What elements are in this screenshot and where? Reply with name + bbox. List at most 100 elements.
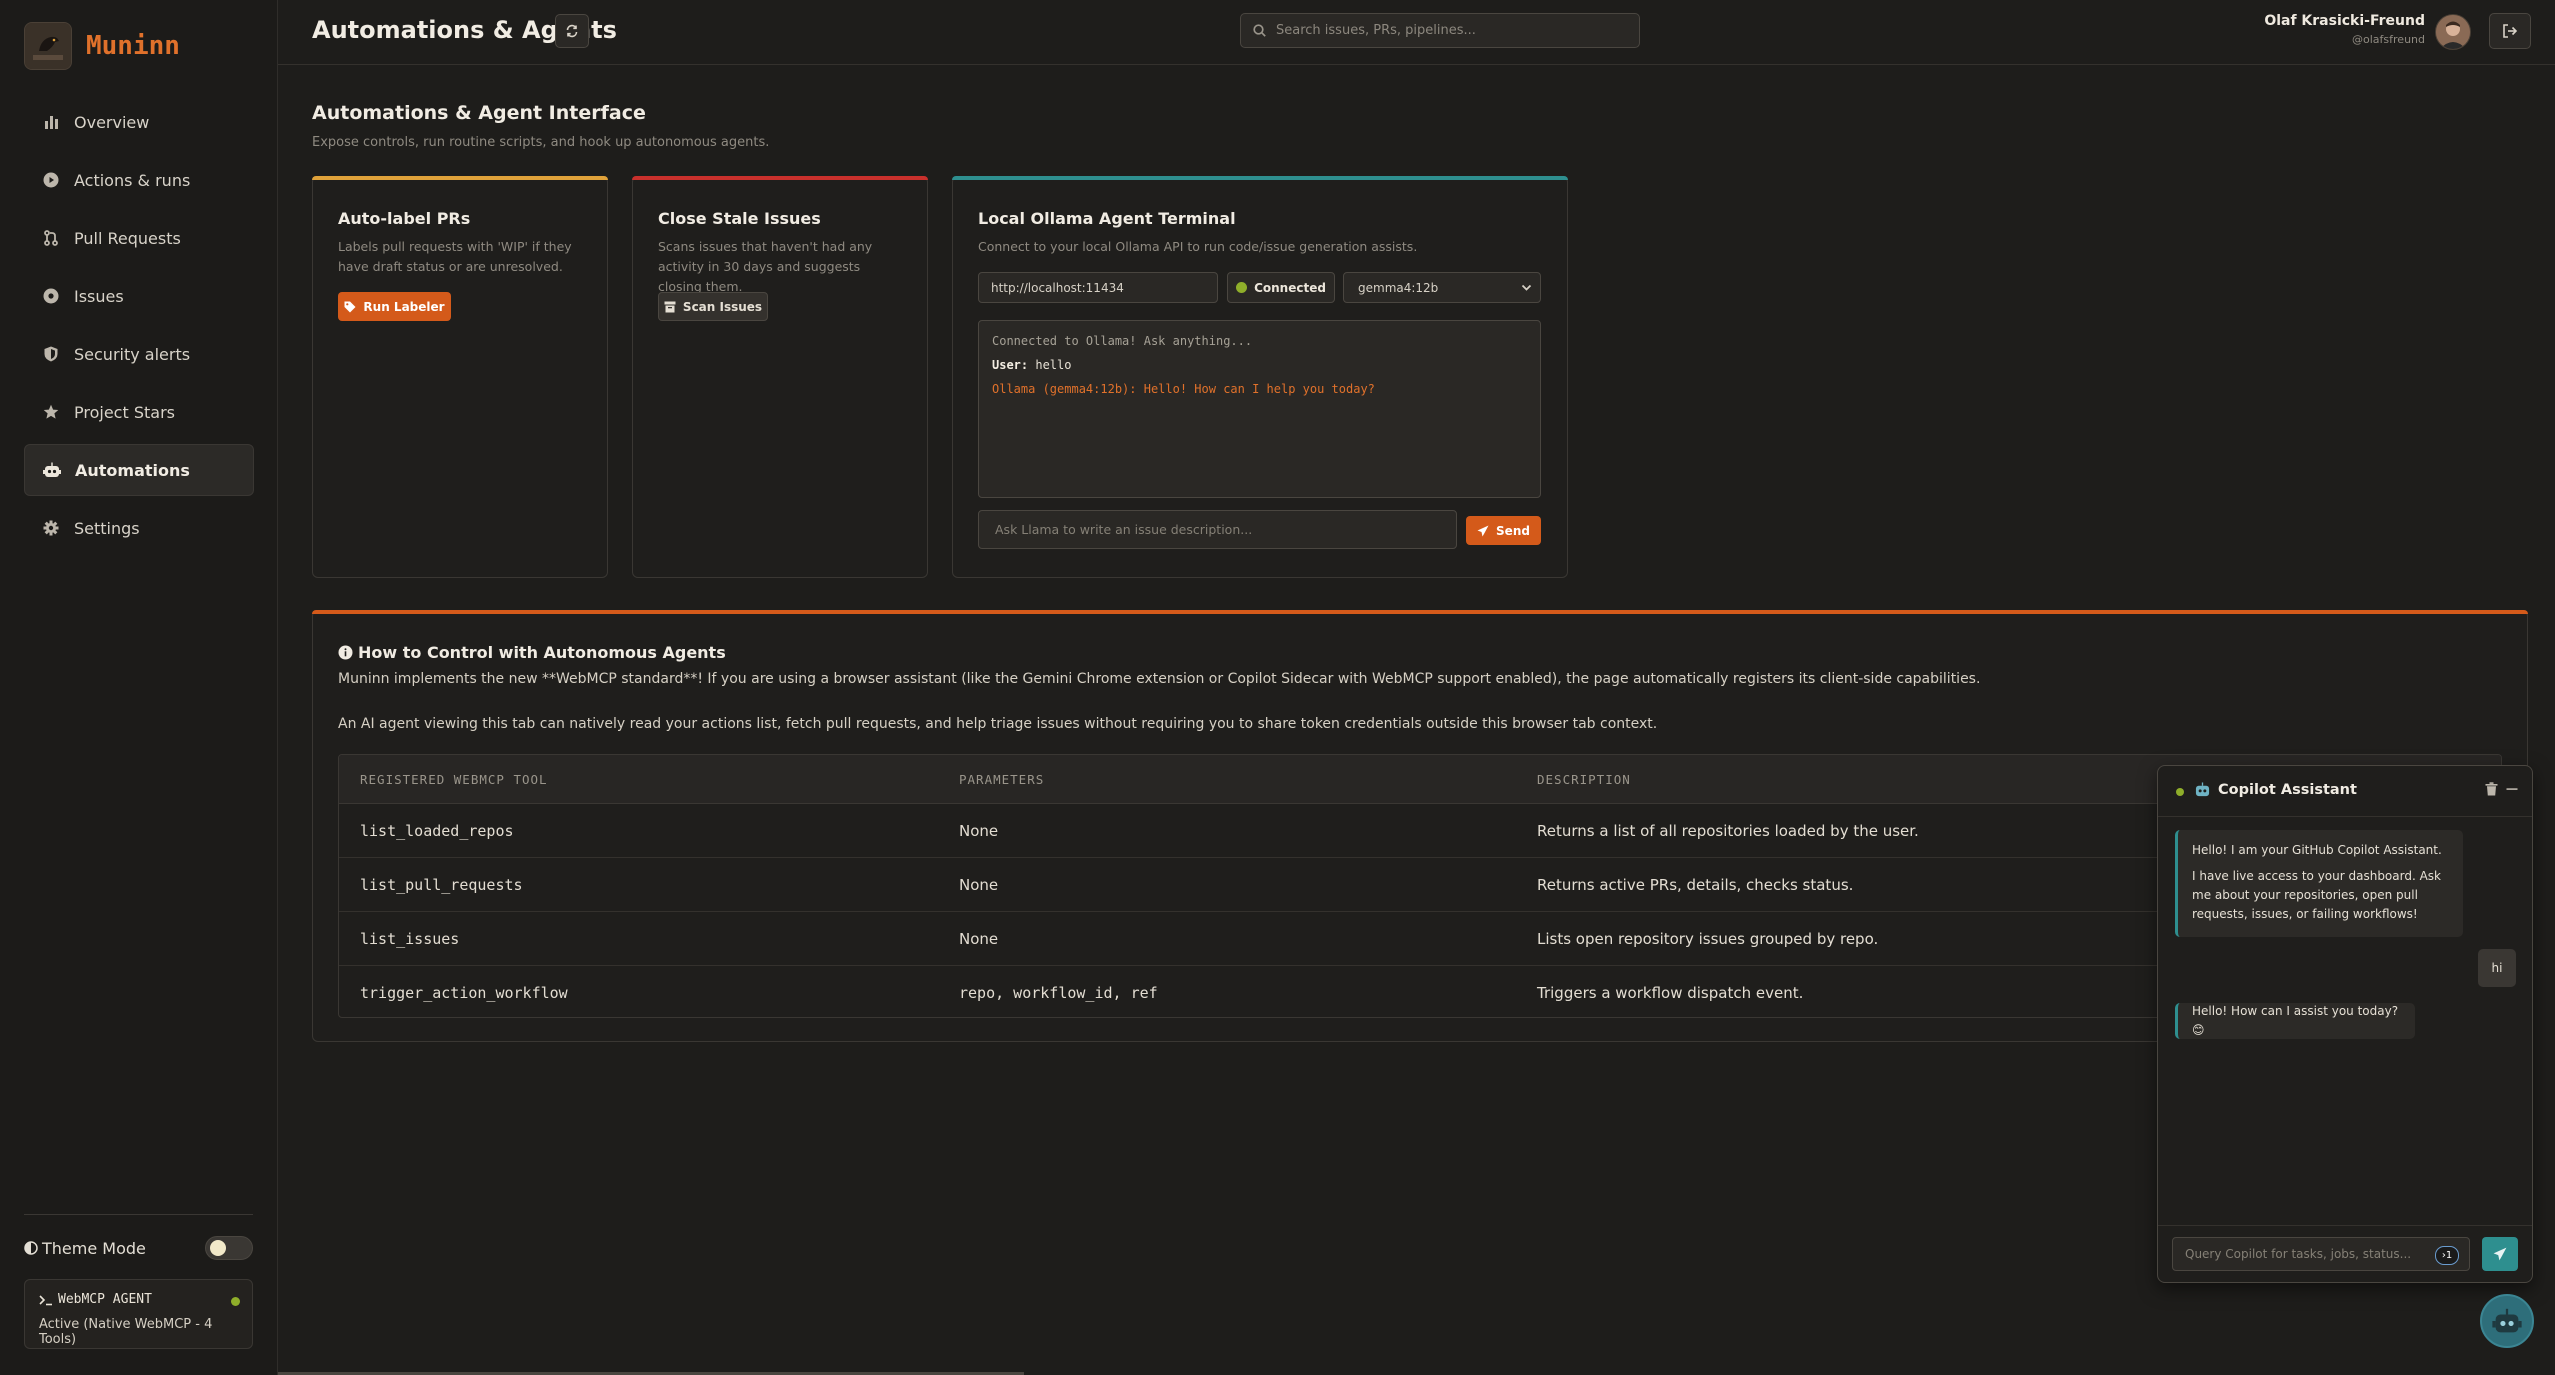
- connection-status-button[interactable]: Connected: [1227, 272, 1335, 303]
- column-header: PARAMETERS: [959, 771, 1045, 787]
- copilot-message: Hello! How can I assist you today? 😊: [2175, 1003, 2415, 1039]
- card-title: Local Ollama Agent Terminal: [978, 209, 1236, 228]
- sidebar-item-issues[interactable]: Issues: [24, 270, 254, 322]
- card-title: Auto-label PRs: [338, 209, 471, 228]
- agent-title: WebMCP AGENT: [39, 1292, 238, 1307]
- sidebar-item-actions[interactable]: Actions & runs: [24, 154, 254, 206]
- info-title-text: How to Control with Autonomous Agents: [358, 643, 726, 662]
- agent-title-text: WebMCP AGENT: [58, 1292, 152, 1307]
- card-description: Labels pull requests with 'WIP' if they …: [338, 239, 572, 274]
- theme-toggle[interactable]: [205, 1236, 253, 1260]
- sidebar-item-label: Actions & runs: [74, 170, 191, 190]
- model-select[interactable]: gemma4:12b: [1343, 272, 1541, 303]
- bar-chart-icon: [42, 113, 60, 131]
- ollama-url-input[interactable]: http://localhost:11434: [978, 272, 1218, 303]
- robot-icon: [2492, 1308, 2522, 1334]
- log-user-line: User: hello: [992, 358, 1527, 372]
- terminal-prompt-icon: [39, 1294, 53, 1306]
- theme-label-text: Theme Mode: [42, 1238, 146, 1258]
- theme-row: Theme Mode: [24, 1236, 253, 1260]
- chevron-down-icon: [1521, 282, 1532, 293]
- info-paragraph: Muninn implements the new **WebMCP stand…: [338, 671, 1981, 687]
- keyboard-hint-text: 1: [2445, 1250, 2453, 1261]
- column-header: DESCRIPTION: [1537, 771, 1631, 787]
- copilot-header: Copilot Assistant: [2158, 766, 2532, 817]
- logout-button[interactable]: [2489, 13, 2531, 49]
- llama-prompt-input[interactable]: Ask Llama to write an issue description.…: [978, 510, 1457, 549]
- copilot-footer: Query Copilot for tasks, jobs, status...…: [2158, 1225, 2532, 1282]
- copilot-status-dot: [2176, 788, 2184, 796]
- send-button[interactable]: Send: [1466, 516, 1541, 545]
- copilot-message: Hello! I am your GitHub Copilot Assistan…: [2175, 830, 2463, 937]
- copilot-send-button[interactable]: [2482, 1237, 2518, 1271]
- search-icon: [1253, 24, 1266, 37]
- sidebar-item-overview[interactable]: Overview: [24, 96, 254, 148]
- search-input[interactable]: Search issues, PRs, pipelines...: [1240, 13, 1640, 48]
- sidebar-item-label: Overview: [74, 112, 150, 132]
- card-description: Scans issues that haven't had any activi…: [658, 239, 873, 294]
- card-accent-bar: [312, 176, 608, 180]
- sidebar-item-label: Settings: [74, 518, 140, 538]
- sidebar-nav: Overview Actions & runs Pull Requests Is…: [24, 96, 254, 560]
- card-description: Connect to your local Ollama API to run …: [978, 239, 1418, 254]
- sidebar-item-settings[interactable]: Settings: [24, 502, 254, 554]
- user-handle: @olafsfreund: [2352, 33, 2425, 46]
- archive-icon: [664, 301, 676, 313]
- trash-icon[interactable]: [2485, 782, 2498, 796]
- agent-status: Active (Native WebMCP - 4 Tools): [39, 1317, 213, 1347]
- section-subtitle: Expose controls, run routine scripts, an…: [312, 135, 770, 150]
- tool-params: repo, workflow_id, ref: [959, 983, 1158, 1002]
- minimize-icon[interactable]: [2506, 782, 2518, 796]
- terminal-output: Connected to Ollama! Ask anything... Use…: [978, 320, 1541, 498]
- sidebar-item-label: Security alerts: [74, 344, 191, 364]
- copilot-toggle-button[interactable]: [2480, 1294, 2534, 1348]
- info-icon: [338, 645, 353, 660]
- gear-icon: [42, 519, 60, 537]
- paper-plane-icon: [2493, 1247, 2507, 1261]
- column-header: REGISTERED WEBMCP TOOL: [360, 771, 548, 787]
- sidebar-item-pull-requests[interactable]: Pull Requests: [24, 212, 254, 264]
- issue-dot-icon: [42, 287, 60, 305]
- sidebar-item-security[interactable]: Security alerts: [24, 328, 254, 380]
- sidebar: Muninn Overview Actions & runs Pull Requ…: [0, 0, 278, 1375]
- tag-icon: [344, 301, 356, 313]
- card-accent-bar: [632, 176, 928, 180]
- card-auto-label: Auto-label PRs Labels pull requests with…: [312, 176, 608, 578]
- theme-label: Theme Mode: [24, 1239, 146, 1258]
- keyboard-hint-badge: › 1: [2435, 1246, 2459, 1265]
- top-bar: Automations & Agents Search issues, PRs,…: [278, 0, 2555, 65]
- card-stale-issues: Close Stale Issues Scans issues that hav…: [632, 176, 928, 578]
- tool-description: Returns a list of all repositories loade…: [1537, 821, 1919, 840]
- card-title: Close Stale Issues: [658, 209, 821, 228]
- half-circle-icon: [24, 1241, 38, 1255]
- search-placeholder: Search issues, PRs, pipelines...: [1276, 23, 1476, 38]
- log-system-line: Connected to Ollama! Ask anything...: [992, 334, 1253, 348]
- scan-issues-button[interactable]: Scan Issues: [658, 292, 768, 321]
- avatar[interactable]: [2435, 14, 2471, 50]
- tool-description: Triggers a workflow dispatch event.: [1537, 983, 1804, 1002]
- sidebar-item-automations[interactable]: Automations: [24, 444, 254, 496]
- run-labeler-label: Run Labeler: [363, 299, 445, 314]
- panel-accent-bar: [312, 610, 2528, 614]
- scan-issues-label: Scan Issues: [682, 299, 763, 314]
- shield-icon: [42, 345, 60, 363]
- logout-icon: [2502, 24, 2518, 38]
- section-title: Automations & Agent Interface: [312, 102, 646, 124]
- copilot-query-placeholder: Query Copilot for tasks, jobs, status...: [2185, 1247, 2412, 1261]
- run-labeler-button[interactable]: Run Labeler: [338, 292, 451, 321]
- copilot-query-input[interactable]: Query Copilot for tasks, jobs, status...…: [2172, 1237, 2470, 1271]
- card-accent-bar: [952, 176, 1568, 180]
- brand[interactable]: Muninn: [24, 22, 180, 70]
- raven-logo-icon: [24, 22, 72, 70]
- robot-icon: [2194, 782, 2211, 797]
- tool-params: None: [959, 875, 999, 894]
- info-paragraph: An AI agent viewing this tab can nativel…: [338, 716, 1658, 732]
- message-text: Hello! I am your GitHub Copilot Assistan…: [2192, 843, 2442, 857]
- sidebar-item-stars[interactable]: Project Stars: [24, 386, 254, 438]
- tool-params: None: [959, 821, 999, 840]
- sidebar-item-label: Automations: [75, 460, 190, 480]
- tool-name: list_loaded_repos: [360, 821, 514, 840]
- message-text: I have live access to your dashboard. As…: [2192, 869, 2442, 921]
- refresh-button[interactable]: [555, 14, 589, 48]
- connected-dot-icon: [1236, 282, 1248, 293]
